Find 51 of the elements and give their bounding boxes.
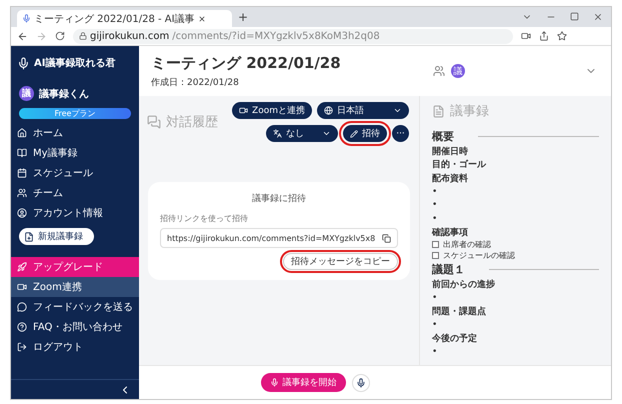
bullet-point: •: [432, 320, 438, 330]
minutes-item: 問題・課題点: [432, 305, 486, 318]
minutes-heading: 議事録: [450, 103, 489, 120]
checkbox-label: スケジュールの確認: [443, 250, 515, 262]
checkbox-label: 出席者の確認: [443, 239, 491, 250]
translation-select[interactable]: なし: [266, 125, 338, 142]
browser-tab[interactable]: ミーティング 2022/01/28 - AI議事: [17, 10, 232, 27]
minutes-item: 確認事項: [432, 226, 468, 240]
upgrade-item[interactable]: アップグレード: [11, 257, 139, 277]
new-tab-button[interactable]: +: [238, 10, 248, 24]
section-heading: 議題１: [432, 262, 465, 277]
minutes-item: 前回からの進捗: [432, 278, 495, 291]
new-minutes-button[interactable]: 新規議事録: [19, 228, 94, 245]
nav-item[interactable]: スケジュール: [11, 163, 139, 183]
nav-item[interactable]: ログアウト: [11, 337, 139, 357]
minutes-item: 目的・ゴール: [432, 158, 486, 172]
app-logo[interactable]: AI議事録取れる君: [11, 56, 139, 70]
minutes-item: 今後の予定: [432, 332, 477, 346]
address-field[interactable]: gijirokukun.com /comments/?id=MXYgzklv5x8KoM3h2q08: [73, 28, 513, 44]
bullet-point: •: [432, 214, 438, 224]
more-button[interactable]: ···: [392, 125, 409, 142]
user-name: 議事録くん: [39, 87, 89, 100]
link-caption: 招待リンクを使って招待: [160, 213, 249, 224]
bullet-point: •: [432, 347, 438, 358]
bullet-point: •: [432, 200, 438, 210]
card-title: 議事録に招待: [251, 192, 307, 205]
nav-item[interactable]: チーム: [11, 183, 139, 203]
minutes-item: 配布資料: [432, 172, 468, 185]
nav-item[interactable]: アカウント情報: [11, 203, 139, 223]
tab-title: ミーティング 2022/01/28 - AI議事: [34, 12, 195, 26]
bullet-point: •: [432, 292, 438, 303]
conversation-heading: 対話履歴: [166, 114, 218, 131]
user-avatar: 議: [19, 86, 34, 101]
nav-item[interactable]: フィードバックを送る: [11, 297, 139, 317]
link-field[interactable]: https://gijirokukun.com/comments?id=MXYgzklv5x8: [160, 228, 398, 248]
invite-button[interactable]: 招待: [343, 125, 387, 142]
nav-item[interactable]: ホーム: [11, 123, 139, 143]
nav-item[interactable]: Zoom連携: [11, 277, 139, 297]
plan-badge: Freeプラン: [19, 108, 131, 119]
nav-item[interactable]: My議事録: [11, 143, 139, 163]
meeting-title: ミーティング 2022/01/28: [151, 54, 342, 73]
copy-message-button[interactable]: 招待メッセージをコピー: [283, 253, 398, 270]
created-date: 作成日：2022/01/28: [151, 76, 240, 89]
start-minutes-button[interactable]: 議事録を開始: [260, 373, 346, 392]
section-heading: 概要: [432, 128, 454, 144]
bullet-point: •: [432, 186, 438, 197]
zoom-button[interactable]: Zoomと連携: [232, 102, 312, 119]
minutes-item: 開催日時: [432, 145, 468, 158]
nav-item[interactable]: FAQ・お問い合わせ: [11, 317, 139, 337]
member-avatar: 議: [451, 64, 465, 78]
language-select[interactable]: 日本語: [317, 102, 409, 119]
